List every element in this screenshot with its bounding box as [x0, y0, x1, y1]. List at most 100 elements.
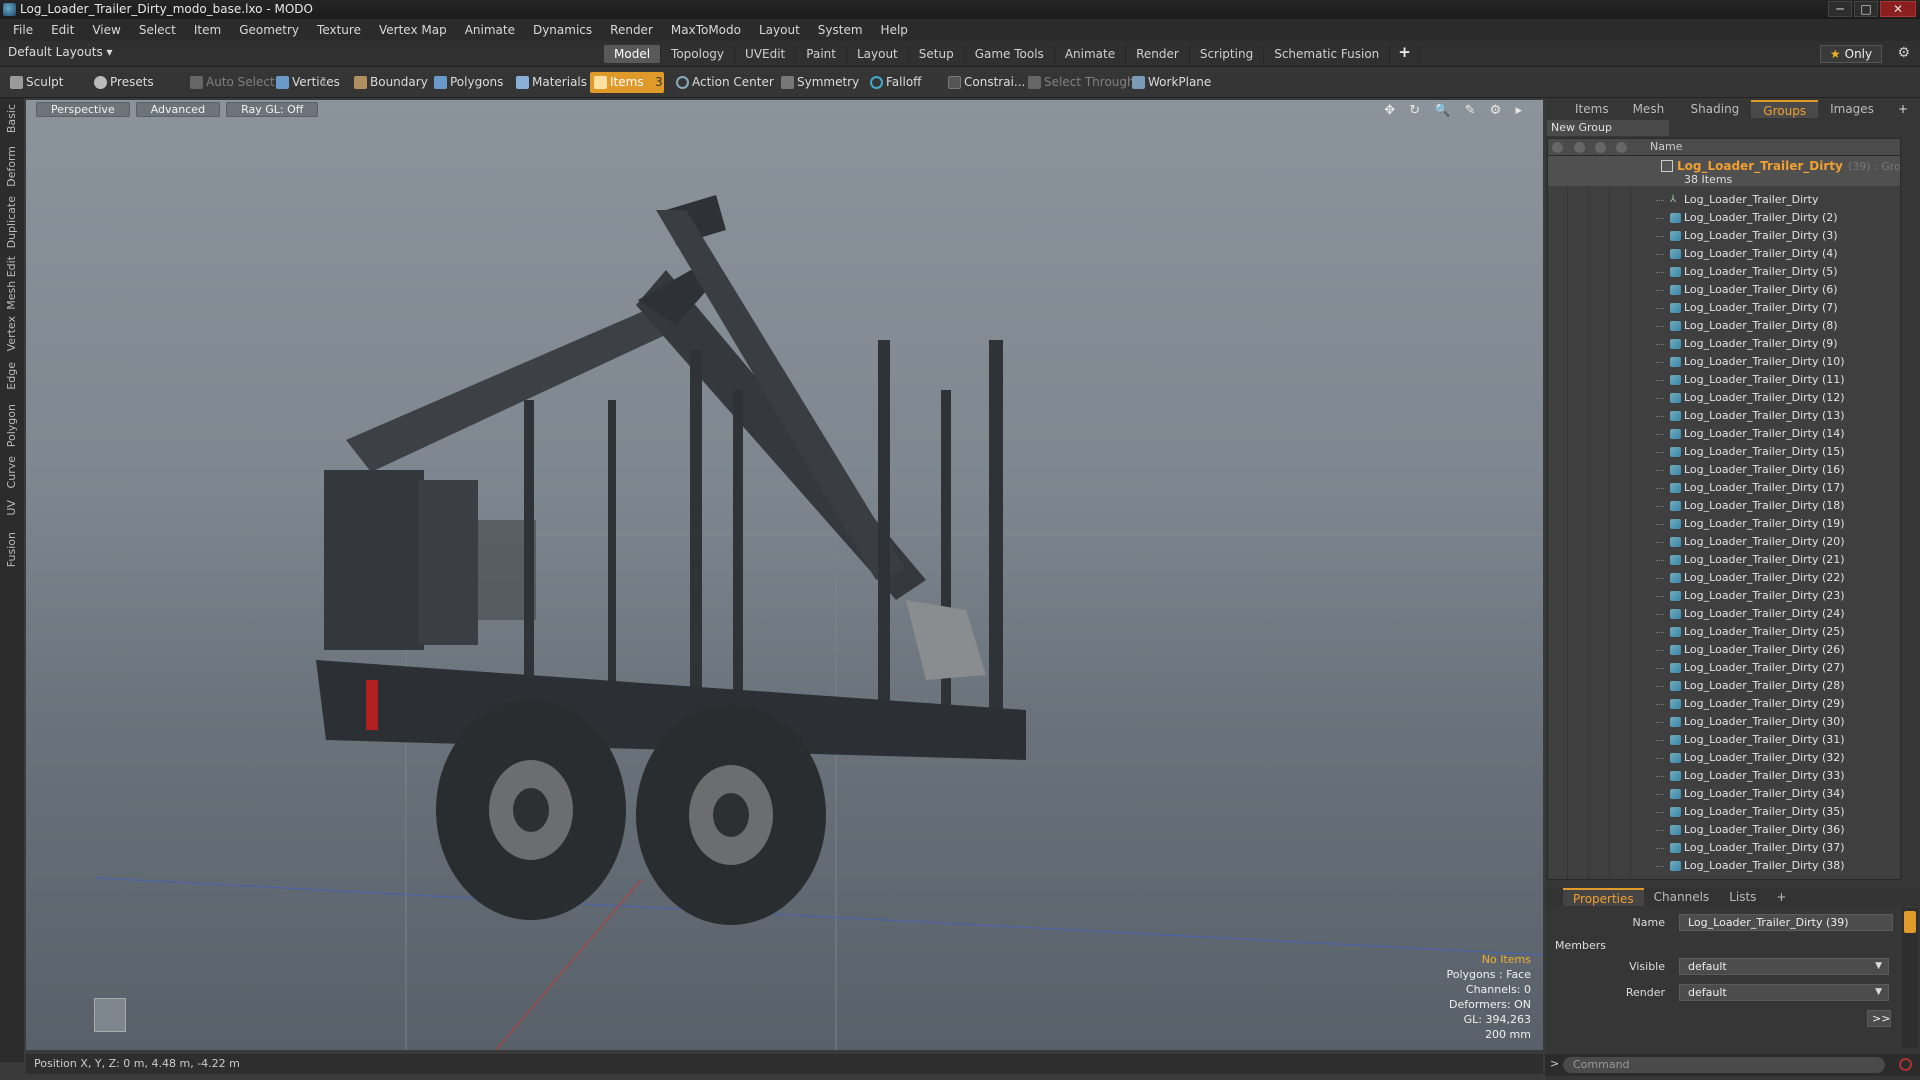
tab-channels[interactable]: Channels [1644, 888, 1720, 906]
side-tab-active[interactable] [1904, 911, 1916, 933]
select-through-button[interactable]: Select Through [1024, 72, 1135, 93]
list-item[interactable]: Log_Loader_Trailer_Dirty (13) [1548, 407, 1900, 425]
list-item[interactable]: Log_Loader_Trailer_Dirty (26) [1548, 641, 1900, 659]
menu-animate[interactable]: Animate [456, 23, 524, 37]
default-layouts-dropdown[interactable]: Default Layouts ▾ [8, 45, 113, 59]
menu-geometry[interactable]: Geometry [230, 23, 308, 37]
record-macro-icon[interactable] [1899, 1058, 1912, 1071]
render-dropdown[interactable]: default ▼ [1679, 984, 1889, 1001]
symmetry-button[interactable]: Symmetry [777, 72, 859, 93]
left-tab-duplicate[interactable]: Duplicate [5, 196, 18, 248]
left-tab-basic[interactable]: Basic [5, 104, 18, 133]
list-item[interactable]: Log_Loader_Trailer_Dirty (35) [1548, 803, 1900, 821]
list-item[interactable]: Log_Loader_Trailer_Dirty (22) [1548, 569, 1900, 587]
list-item[interactable]: Log_Loader_Trailer_Dirty (38) [1548, 857, 1900, 875]
tab-topology[interactable]: Topology [661, 45, 736, 63]
list-item[interactable]: Log_Loader_Trailer_Dirty (14) [1548, 425, 1900, 443]
tab-lists[interactable]: Lists [1719, 888, 1766, 906]
3d-viewport[interactable]: Perspective Advanced Ray GL: Off ✥ ↻ 🔍 ✎… [26, 100, 1543, 1050]
tab-images[interactable]: Images [1818, 100, 1886, 118]
shading-mode-dropdown[interactable]: Advanced [135, 102, 221, 117]
viewport-nav-icons[interactable]: ✥ ↻ 🔍 ✎ ⚙ ▸ [1384, 103, 1527, 118]
menu-file[interactable]: File [4, 23, 42, 37]
menu-edit[interactable]: Edit [42, 23, 83, 37]
tab-shading[interactable]: Shading [1679, 100, 1752, 118]
list-item[interactable]: Log_Loader_Trailer_Dirty (3) [1548, 227, 1900, 245]
falloff-button[interactable]: Falloff [866, 72, 921, 93]
list-item[interactable]: Log_Loader_Trailer_Dirty (8) [1548, 317, 1900, 335]
tab-schematic-fusion[interactable]: Schematic Fusion [1264, 45, 1391, 63]
maximize-button[interactable]: □ [1854, 1, 1878, 17]
more-button[interactable]: >> [1867, 1010, 1891, 1027]
eye-icon[interactable] [1552, 142, 1563, 153]
column-name[interactable]: Name [1650, 140, 1682, 153]
menu-select[interactable]: Select [130, 23, 185, 37]
list-item[interactable]: Log_Loader_Trailer_Dirty (23) [1548, 587, 1900, 605]
list-item[interactable]: Log_Loader_Trailer_Dirty (12) [1548, 389, 1900, 407]
left-tab-curve[interactable]: Curve [5, 456, 18, 488]
list-item[interactable]: Log_Loader_Trailer_Dirty (6) [1548, 281, 1900, 299]
left-tab-mesh-edit[interactable]: Mesh Edit [5, 256, 18, 310]
tab-game-tools[interactable]: Game Tools [965, 45, 1055, 63]
left-tab-polygon[interactable]: Polygon [5, 404, 18, 447]
command-input[interactable]: Command [1563, 1057, 1885, 1073]
close-button[interactable]: ✕ [1880, 1, 1916, 17]
menu-view[interactable]: View [83, 23, 129, 37]
menu-texture[interactable]: Texture [308, 23, 370, 37]
list-item[interactable]: Log_Loader_Trailer_Dirty (24) [1548, 605, 1900, 623]
tab-mesh-ops[interactable]: Mesh Ops [1621, 100, 1679, 134]
minimize-button[interactable]: ─ [1828, 1, 1852, 17]
select-icon[interactable] [1616, 142, 1627, 153]
gear-icon[interactable]: ⚙ [1897, 45, 1910, 61]
constraints-button[interactable]: Constrai... [944, 72, 1025, 93]
auto-select-button[interactable]: Auto Select [186, 72, 275, 93]
presets-button[interactable]: Presets [90, 72, 154, 93]
add-tab-button[interactable]: + [1390, 45, 1420, 63]
list-item[interactable]: Log_Loader_Trailer_Dirty (20) [1548, 533, 1900, 551]
tab-render[interactable]: Render [1126, 45, 1190, 63]
vertices-button[interactable]: Vertices [272, 72, 340, 93]
menu-item[interactable]: Item [185, 23, 230, 37]
menu-maxtomodo[interactable]: MaxToModo [662, 23, 750, 37]
menu-layout[interactable]: Layout [750, 23, 809, 37]
list-item[interactable]: Log_Loader_Trailer_Dirty (5) [1548, 263, 1900, 281]
tab-layout[interactable]: Layout [847, 45, 909, 63]
tab-scripting[interactable]: Scripting [1190, 45, 1265, 63]
list-item[interactable]: ⅄ Log_Loader_Trailer_Dirty [1548, 191, 1900, 209]
tab-paint[interactable]: Paint [796, 45, 847, 63]
sculpt-button[interactable]: Sculpt [6, 72, 63, 93]
polygons-button[interactable]: Polygons [430, 72, 503, 93]
list-item[interactable]: Log_Loader_Trailer_Dirty (2) [1548, 209, 1900, 227]
list-item[interactable]: Log_Loader_Trailer_Dirty (21) [1548, 551, 1900, 569]
add-panel-tab-button[interactable]: + [1886, 100, 1920, 118]
view-mode-dropdown[interactable]: Perspective [36, 102, 130, 117]
tab-uvedit[interactable]: UVEdit [735, 45, 797, 63]
menu-help[interactable]: Help [872, 23, 917, 37]
materials-button[interactable]: Materials [512, 72, 587, 93]
list-item[interactable]: Log_Loader_Trailer_Dirty (27) [1548, 659, 1900, 677]
tab-items[interactable]: Items [1563, 100, 1621, 118]
list-item[interactable]: Log_Loader_Trailer_Dirty (18) [1548, 497, 1900, 515]
render-icon[interactable] [1574, 142, 1585, 153]
menu-vertex-map[interactable]: Vertex Map [370, 23, 456, 37]
left-tab-vertex[interactable]: Vertex [5, 316, 18, 351]
list-item[interactable]: Log_Loader_Trailer_Dirty (10) [1548, 353, 1900, 371]
left-tab-deform[interactable]: Deform [5, 146, 18, 187]
list-item[interactable]: Log_Loader_Trailer_Dirty (32) [1548, 749, 1900, 767]
menu-system[interactable]: System [809, 23, 872, 37]
new-group-button[interactable]: New Group [1547, 120, 1669, 136]
visible-dropdown[interactable]: default ▼ [1679, 958, 1889, 975]
tab-groups[interactable]: Groups [1751, 100, 1819, 118]
groups-list[interactable]: Name Log_Loader_Trailer_Dirty (39) : Gro… [1547, 138, 1901, 880]
list-item[interactable]: Log_Loader_Trailer_Dirty (30) [1548, 713, 1900, 731]
left-tab-edge[interactable]: Edge [5, 362, 18, 390]
menu-render[interactable]: Render [601, 23, 662, 37]
list-item[interactable]: Log_Loader_Trailer_Dirty (15) [1548, 443, 1900, 461]
only-button[interactable]: ★ Only [1820, 45, 1882, 63]
tab-setup[interactable]: Setup [909, 45, 965, 63]
list-item[interactable]: Log_Loader_Trailer_Dirty (33) [1548, 767, 1900, 785]
lock-icon[interactable] [1595, 142, 1606, 153]
list-item[interactable]: Log_Loader_Trailer_Dirty (19) [1548, 515, 1900, 533]
list-item[interactable]: Log_Loader_Trailer_Dirty (7) [1548, 299, 1900, 317]
list-item[interactable]: Log_Loader_Trailer_Dirty (37) [1548, 839, 1900, 857]
